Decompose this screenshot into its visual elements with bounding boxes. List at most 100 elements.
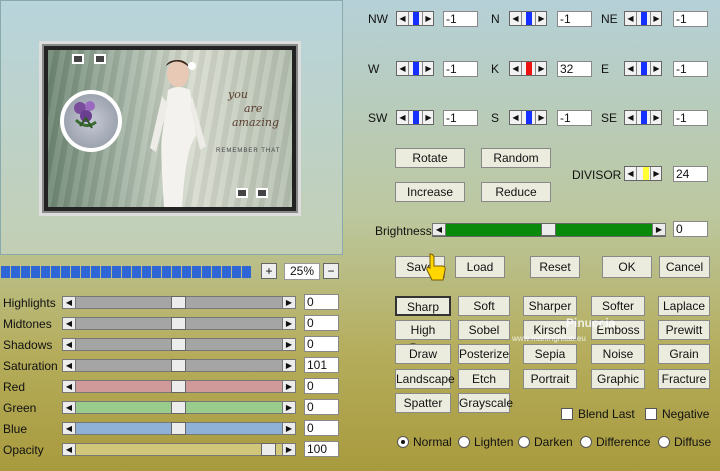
direction-thumb[interactable] — [413, 111, 419, 124]
filter-button[interactable]: Grain — [658, 344, 710, 364]
arrow-left-icon[interactable]: ◀ — [625, 12, 637, 25]
blend-radio[interactable] — [518, 436, 530, 448]
slider-value[interactable]: 0 — [304, 378, 339, 394]
direction-thumb[interactable] — [641, 12, 647, 25]
filter-button[interactable]: Draw — [395, 344, 451, 364]
slider-value[interactable]: 0 — [304, 315, 339, 331]
direction-slider[interactable]: ◀ ▶ — [509, 110, 547, 125]
brightness-thumb[interactable] — [541, 223, 556, 236]
slider-thumb[interactable] — [171, 422, 186, 435]
random-button[interactable]: Random — [481, 148, 551, 168]
arrow-left-icon[interactable]: ◀ — [432, 223, 446, 236]
filter-button[interactable]: Posterize — [458, 344, 510, 364]
arrow-left-icon[interactable]: ◀ — [625, 167, 637, 180]
arrow-right-icon[interactable]: ▶ — [422, 12, 434, 25]
direction-slider[interactable]: ◀ ▶ — [624, 61, 662, 76]
reset-button[interactable]: Reset — [530, 256, 580, 278]
arrow-left-icon[interactable]: ◀ — [510, 111, 522, 124]
arrow-left-icon[interactable]: ◀ — [397, 111, 409, 124]
zoom-progress[interactable] — [0, 265, 252, 279]
blend-radio[interactable] — [458, 436, 470, 448]
cancel-button[interactable]: Cancel — [659, 256, 710, 278]
filter-button[interactable]: Portrait — [523, 369, 577, 389]
direction-slider[interactable]: ◀ ▶ — [396, 110, 434, 125]
adjust-slider[interactable]: ◀ ▶ — [62, 443, 296, 456]
slider-thumb[interactable] — [171, 380, 186, 393]
slider-value[interactable]: 100 — [304, 441, 339, 457]
divisor-value[interactable]: 24 — [673, 166, 708, 182]
direction-value[interactable]: -1 — [673, 61, 708, 77]
arrow-right-icon[interactable]: ▶ — [422, 62, 434, 75]
slider-value[interactable]: 101 — [304, 357, 339, 373]
slider-thumb[interactable] — [261, 443, 276, 456]
arrow-left-icon[interactable]: ◀ — [62, 296, 76, 309]
filter-button[interactable]: Sobel — [458, 320, 510, 340]
arrow-left-icon[interactable]: ◀ — [62, 359, 76, 372]
negative-checkbox[interactable] — [645, 408, 657, 420]
filter-button[interactable]: Fracture — [658, 369, 710, 389]
filter-button[interactable]: Sharper — [523, 296, 577, 316]
slider-thumb[interactable] — [171, 338, 186, 351]
adjust-slider[interactable]: ◀ ▶ — [62, 422, 296, 435]
filter-button[interactable]: Graphic — [591, 369, 645, 389]
blend-radio[interactable] — [658, 436, 670, 448]
blend-last-checkbox[interactable] — [561, 408, 573, 420]
brightness-slider[interactable]: ◀ ▶ — [432, 223, 666, 237]
filter-button[interactable]: Sharp — [395, 296, 451, 316]
filter-button[interactable]: Landscape — [395, 369, 455, 389]
reduce-button[interactable]: Reduce — [481, 182, 551, 202]
direction-value[interactable]: 32 — [557, 61, 592, 77]
filter-button[interactable]: Softer — [591, 296, 645, 316]
slider-value[interactable]: 0 — [304, 336, 339, 352]
filter-button[interactable]: Noise — [591, 344, 645, 364]
brightness-value[interactable]: 0 — [673, 221, 708, 237]
direction-thumb[interactable] — [641, 62, 647, 75]
arrow-right-icon[interactable]: ▶ — [282, 317, 296, 330]
arrow-right-icon[interactable]: ▶ — [282, 422, 296, 435]
adjust-slider[interactable]: ◀ ▶ — [62, 401, 296, 414]
arrow-left-icon[interactable]: ◀ — [62, 401, 76, 414]
arrow-right-icon[interactable]: ▶ — [650, 111, 662, 124]
direction-slider[interactable]: ◀ ▶ — [624, 110, 662, 125]
filter-button[interactable]: Prewitt — [658, 320, 710, 340]
direction-thumb[interactable] — [413, 12, 419, 25]
arrow-left-icon[interactable]: ◀ — [397, 12, 409, 25]
direction-value[interactable]: -1 — [443, 11, 478, 27]
filter-button[interactable]: Etch — [458, 369, 510, 389]
filter-button[interactable]: High Pass — [395, 320, 451, 355]
slider-thumb[interactable] — [171, 401, 186, 414]
arrow-left-icon[interactable]: ◀ — [62, 338, 76, 351]
arrow-left-icon[interactable]: ◀ — [62, 380, 76, 393]
arrow-right-icon[interactable]: ▶ — [282, 296, 296, 309]
slider-value[interactable]: 0 — [304, 420, 339, 436]
arrow-left-icon[interactable]: ◀ — [62, 317, 76, 330]
direction-value[interactable]: -1 — [673, 11, 708, 27]
arrow-right-icon[interactable]: ▶ — [535, 111, 547, 124]
ok-button[interactable]: OK — [602, 256, 652, 278]
divisor-thumb[interactable] — [643, 167, 649, 180]
filter-button[interactable]: Sepia — [523, 344, 577, 364]
increase-button[interactable]: Increase — [395, 182, 465, 202]
direction-thumb[interactable] — [526, 111, 532, 124]
arrow-right-icon[interactable]: ▶ — [650, 12, 662, 25]
filter-button[interactable]: Laplace — [658, 296, 710, 316]
direction-slider[interactable]: ◀ ▶ — [509, 11, 547, 26]
filter-button[interactable]: Soft — [458, 296, 510, 316]
direction-thumb[interactable] — [526, 62, 532, 75]
preview-image[interactable]: you are amazing REMEMBER THAT — [48, 50, 292, 207]
direction-value[interactable]: -1 — [673, 110, 708, 126]
arrow-right-icon[interactable]: ▶ — [650, 62, 662, 75]
direction-value[interactable]: -1 — [557, 110, 592, 126]
arrow-right-icon[interactable]: ▶ — [282, 338, 296, 351]
arrow-right-icon[interactable]: ▶ — [422, 111, 434, 124]
arrow-left-icon[interactable]: ◀ — [62, 422, 76, 435]
slider-thumb[interactable] — [171, 296, 186, 309]
arrow-right-icon[interactable]: ▶ — [282, 443, 296, 456]
arrow-right-icon[interactable]: ▶ — [535, 62, 547, 75]
direction-slider[interactable]: ◀ ▶ — [509, 61, 547, 76]
filter-button[interactable]: Grayscale — [458, 393, 513, 413]
adjust-slider[interactable]: ◀ ▶ — [62, 317, 296, 330]
direction-slider[interactable]: ◀ ▶ — [624, 11, 662, 26]
adjust-slider[interactable]: ◀ ▶ — [62, 380, 296, 393]
direction-value[interactable]: -1 — [443, 110, 478, 126]
